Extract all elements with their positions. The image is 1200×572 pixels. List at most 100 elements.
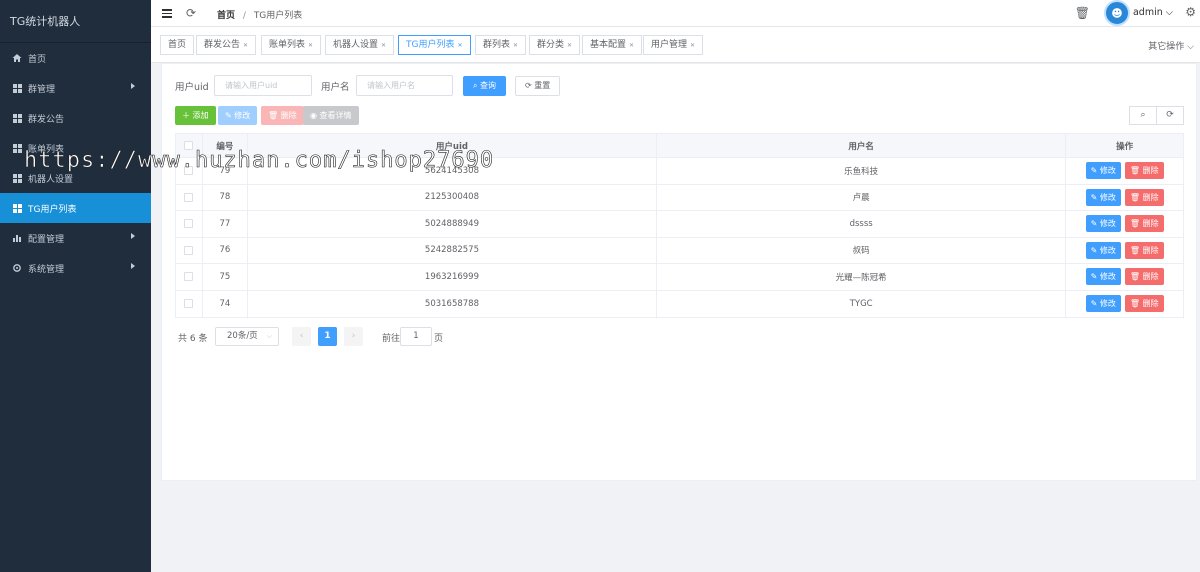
tag-2[interactable]: 账单列表 ✕	[261, 35, 322, 55]
page-number[interactable]: 1	[318, 327, 337, 346]
row-edit-label: 修改	[1099, 299, 1116, 309]
row-delete-button[interactable]: 🗑 删除	[1124, 241, 1164, 259]
tag-8[interactable]: 用户管理 ✕	[643, 35, 704, 55]
query-button[interactable]: ⌕ 查询	[463, 76, 507, 96]
row-edit-label: 修改	[1099, 272, 1116, 282]
uid-search-input[interactable]: 请输入用户uid	[214, 75, 312, 96]
tag-1[interactable]: 群发公告 ✕	[196, 35, 257, 55]
header-id: 编号	[203, 134, 248, 157]
tag-label: 基本配置	[590, 40, 627, 50]
table-row[interactable]: 78 2125300408 卢晨 ✎ 修改 🗑 删除	[176, 184, 1183, 211]
sidebar-item-label: 群发公告	[28, 114, 65, 125]
search-icon: ⌕	[1140, 110, 1146, 120]
next-page-button[interactable]: ›	[344, 327, 363, 346]
sidebar-item-0[interactable]: 首页	[0, 43, 151, 73]
sidebar-item-5[interactable]: TG用户列表	[0, 193, 151, 223]
toggle-search-button[interactable]: ⌕	[1129, 106, 1157, 125]
add-button[interactable]: ＋ 添加	[175, 106, 216, 125]
row-delete-button[interactable]: 🗑 删除	[1124, 188, 1164, 206]
goto-label: 前往	[382, 334, 401, 344]
edit-button[interactable]: ✎ 修改	[218, 106, 258, 125]
row-edit-button[interactable]: ✎ 修改	[1085, 241, 1121, 259]
tag-5[interactable]: 群列表 ✕	[475, 35, 527, 55]
trash-icon[interactable]: 🗑	[1075, 6, 1090, 20]
breadcrumb-home[interactable]: 首页	[217, 11, 235, 21]
row-edit-button[interactable]: ✎ 修改	[1085, 295, 1121, 313]
cell-uid: 5031658788	[248, 290, 658, 317]
row-edit-button[interactable]: ✎ 修改	[1085, 162, 1121, 180]
delete-button[interactable]: 🗑 删除	[261, 106, 304, 125]
tag-6[interactable]: 群分类 ✕	[529, 35, 581, 55]
gear-icon[interactable]: ⚙	[1185, 5, 1196, 19]
user-menu[interactable]: admin ⌵	[1133, 7, 1173, 18]
edit-label: 修改	[234, 111, 251, 120]
row-checkbox[interactable]	[184, 245, 194, 255]
tag-label: 机器人设置	[333, 40, 379, 50]
refresh-table-button[interactable]: ⟳	[1156, 106, 1184, 125]
row-delete-button[interactable]: 🗑 删除	[1124, 215, 1164, 233]
sidebar-item-3[interactable]: 账单列表	[0, 133, 151, 163]
more-ops-label: 其它操作	[1148, 42, 1185, 52]
uid-label: 用户uid	[175, 82, 209, 93]
row-delete-button[interactable]: 🗑 删除	[1124, 268, 1164, 286]
table-row[interactable]: 76 5242882575 叔码 ✎ 修改 🗑 删除	[176, 237, 1183, 264]
cell-name: 乐鱼科技	[657, 158, 1067, 184]
row-delete-button[interactable]: 🗑 删除	[1124, 295, 1164, 313]
app-title: TG统计机器人	[0, 0, 151, 43]
row-checkbox[interactable]	[184, 272, 194, 282]
sidebar-item-label: 群管理	[28, 84, 56, 95]
row-edit-label: 修改	[1099, 219, 1116, 229]
users-table: 编号 用户uid 用户名 操作 79 5624145308 乐鱼科技 ✎ 修改 🗑 删除…	[175, 133, 1184, 318]
row-edit-button[interactable]: ✎ 修改	[1085, 215, 1121, 233]
row-edit-button[interactable]: ✎ 修改	[1085, 188, 1121, 206]
close-icon[interactable]: ✕	[629, 42, 634, 49]
goto-page-input[interactable]: 1	[400, 327, 432, 346]
tag-4[interactable]: TG用户列表 ✕	[398, 35, 471, 55]
sidebar-item-4[interactable]: 机器人设置	[0, 163, 151, 193]
query-label: 查询	[480, 81, 497, 90]
table-row[interactable]: 75 1963216999 光耀—陈冠希 ✎ 修改 🗑 删除	[176, 264, 1183, 291]
close-icon[interactable]: ✕	[690, 42, 695, 49]
sidebar-item-7[interactable]: 系统管理	[0, 253, 151, 283]
page-size-select[interactable]: 20条/页 ⌵	[215, 327, 279, 346]
detail-label: 查看详情	[319, 111, 352, 120]
tag-label: 群分类	[537, 40, 565, 50]
cell-ops: ✎ 修改 🗑 删除	[1066, 291, 1183, 318]
caret-right-icon	[131, 83, 135, 89]
table-row[interactable]: 77 5024888949 dssss ✎ 修改 🗑 删除	[176, 211, 1183, 238]
sidebar-item-1[interactable]: 群管理	[0, 73, 151, 103]
avatar[interactable]: ☻	[1104, 0, 1130, 26]
row-delete-button[interactable]: 🗑 删除	[1124, 162, 1164, 180]
cell-ops: ✎ 修改 🗑 删除	[1066, 158, 1183, 184]
menu-toggle-icon[interactable]	[162, 9, 172, 18]
select-all-checkbox[interactable]	[184, 141, 194, 150]
close-icon[interactable]: ✕	[381, 42, 386, 49]
tag-3[interactable]: 机器人设置 ✕	[325, 35, 395, 55]
close-icon[interactable]: ✕	[243, 42, 248, 49]
close-icon[interactable]: ✕	[457, 42, 462, 49]
close-icon[interactable]: ✕	[513, 42, 518, 49]
row-checkbox[interactable]	[184, 219, 194, 229]
more-ops-dropdown[interactable]: 其它操作 ⌵	[1148, 39, 1194, 52]
gear-icon	[12, 263, 22, 273]
close-icon[interactable]: ✕	[567, 42, 572, 49]
row-checkbox[interactable]	[184, 192, 194, 202]
grid-icon	[12, 83, 22, 93]
name-search-input[interactable]: 请输入用户名	[356, 75, 453, 96]
cell-id: 78	[203, 184, 248, 210]
tag-0[interactable]: 首页	[160, 35, 195, 55]
detail-button[interactable]: ◉ 查看详情	[303, 106, 359, 125]
cell-ops: ✎ 修改 🗑 删除	[1066, 264, 1183, 290]
table-row[interactable]: 74 5031658788 TYGC ✎ 修改 🗑 删除	[176, 290, 1183, 318]
row-edit-button[interactable]: ✎ 修改	[1085, 268, 1121, 286]
tag-7[interactable]: 基本配置 ✕	[582, 35, 643, 55]
close-icon[interactable]: ✕	[308, 42, 313, 49]
row-checkbox[interactable]	[184, 166, 194, 176]
refresh-icon[interactable]: ⟳	[186, 6, 196, 20]
reset-button[interactable]: ⟳ 重置	[515, 76, 561, 96]
row-checkbox[interactable]	[184, 299, 194, 309]
sidebar-item-2[interactable]: 群发公告	[0, 103, 151, 133]
table-row[interactable]: 79 5624145308 乐鱼科技 ✎ 修改 🗑 删除	[176, 158, 1183, 185]
prev-page-button[interactable]: ‹	[292, 327, 311, 346]
sidebar-item-6[interactable]: 配置管理	[0, 223, 151, 253]
